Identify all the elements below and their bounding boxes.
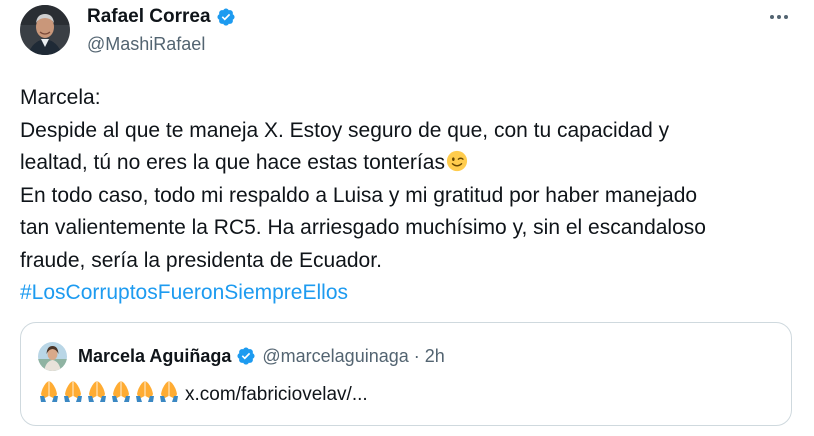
tweet-text: Marcela: Despide al que te maneja X. Est… (20, 82, 800, 310)
tweet-line: Despide al que te maneja X. Estoy seguro… (20, 118, 670, 142)
verified-badge-icon (237, 347, 255, 365)
verified-badge-icon (217, 8, 235, 26)
tweet-line: Marcela: (20, 86, 101, 109)
author-handle[interactable]: @MashiRafael (87, 33, 205, 55)
folded-hands-row (38, 379, 182, 410)
author-avatar[interactable] (20, 5, 70, 55)
quoted-author-handle[interactable]: @marcelaguinaga (262, 345, 408, 367)
folded-hands-icon (88, 381, 106, 402)
folded-hands-icon (160, 381, 178, 402)
quoted-tweet-card[interactable]: Marcela Aguiñaga @marcelaguinaga · 2h x.… (20, 322, 792, 426)
tweet-line: lealtad, tú no eres la que hace estas to… (20, 147, 800, 180)
author-name[interactable]: Rafael Correa (87, 6, 236, 28)
quoted-author-avatar[interactable] (38, 342, 67, 371)
tweet-line: fraude, sería la presidenta de Ecuador. (20, 248, 382, 272)
tweet-line: En todo caso, todo mi respaldo a Luisa y… (20, 183, 698, 207)
tweet-line-text: lealtad, tú no eres la que hace estas to… (20, 151, 445, 174)
more-options-icon[interactable] (768, 12, 790, 22)
quoted-author-name[interactable]: Marcela Aguiñaga (78, 345, 231, 367)
quoted-tweet-time[interactable]: 2h (425, 345, 445, 367)
hashtag-link[interactable]: #LosCorruptosFueronSiempreEllos (20, 281, 348, 304)
separator-dot: · (413, 346, 420, 366)
author-name-text[interactable]: Rafael Correa (87, 6, 211, 28)
winking-face-icon (446, 150, 468, 172)
quoted-tweet-text: x.com/fabriciovelav/... (38, 379, 368, 410)
folded-hands-icon (136, 381, 154, 402)
quoted-tweet-header: Marcela Aguiñaga @marcelaguinaga · 2h (78, 345, 445, 367)
tweet-line: tan valientemente la RC5. Ha arriesgado … (20, 216, 706, 239)
folded-hands-icon (112, 381, 130, 402)
quoted-tweet-link[interactable]: x.com/fabriciovelav/... (185, 383, 368, 407)
tweet: Rafael Correa @MashiRafael Marcela: Desp… (0, 0, 814, 436)
folded-hands-icon (40, 381, 58, 402)
folded-hands-icon (64, 381, 82, 402)
